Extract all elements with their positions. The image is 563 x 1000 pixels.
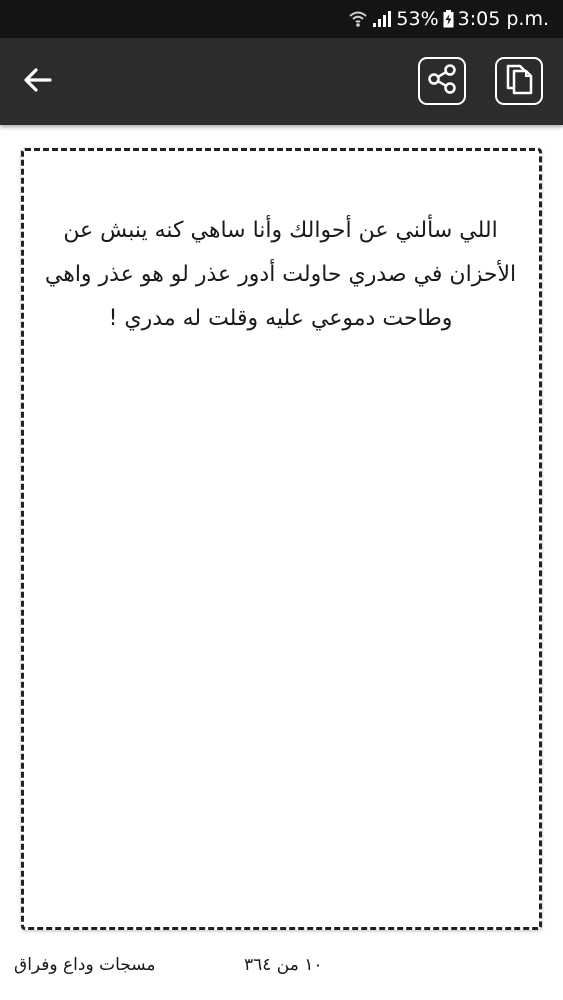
copy-icon — [503, 62, 535, 100]
share-icon — [426, 63, 458, 99]
back-button[interactable] — [18, 62, 58, 102]
message-counter: ١٠ من ٣٦٤ — [244, 955, 323, 975]
battery-percent: 53% — [396, 8, 439, 30]
copy-button[interactable] — [495, 57, 543, 105]
share-button[interactable] — [418, 57, 466, 105]
message-text: اللي سألني عن أحوالك وأنا ساهي كنه ينبش … — [44, 218, 517, 331]
footer: مسجات وداع وفراق ١٠ من ٣٦٤ — [0, 945, 563, 990]
clock: 3:05 p.m. — [457, 8, 549, 30]
signal-icon — [372, 10, 392, 28]
app-bar — [0, 38, 563, 125]
status-indicators: 53% 3:05 p.m. — [348, 0, 549, 38]
status-bar: 53% 3:05 p.m. — [0, 0, 563, 38]
battery-charging-icon — [443, 10, 454, 28]
wifi-icon — [348, 10, 368, 28]
message-card: اللي سألني عن أحوالك وأنا ساهي كنه ينبش … — [21, 148, 542, 930]
category-label: مسجات وداع وفراق — [14, 955, 156, 975]
arrow-left-icon — [23, 67, 53, 97]
